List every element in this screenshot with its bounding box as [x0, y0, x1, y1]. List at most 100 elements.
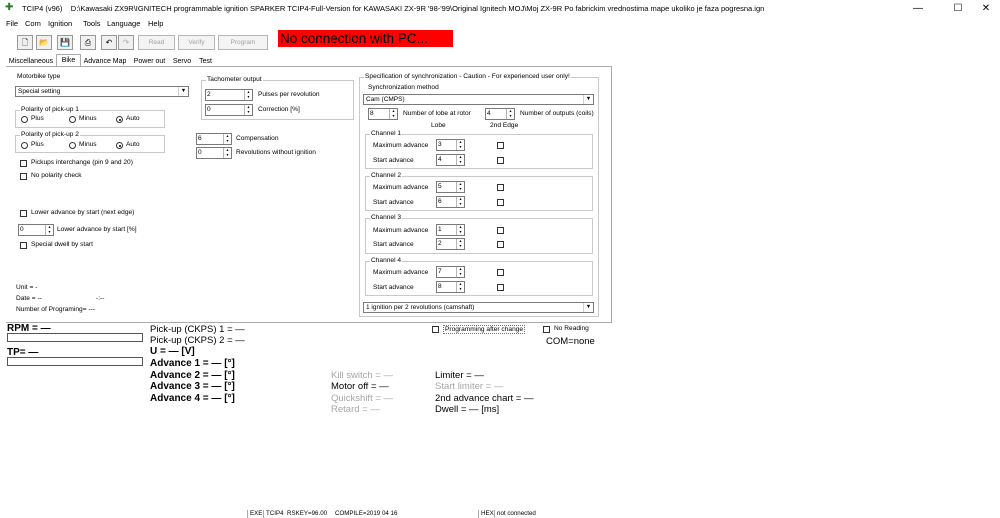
polarity2-minus-radio[interactable]	[69, 142, 76, 149]
pulses-stepper[interactable]: 2 ▲ ▼	[205, 89, 253, 101]
channel-3-group: Channel 3	[365, 214, 593, 254]
lobe-column-header: Lobe	[431, 122, 446, 129]
revolutions-stepper[interactable]: 0 ▲ ▼	[196, 147, 232, 159]
verify-button[interactable]: Verify	[178, 35, 215, 50]
tab-panel-right-edge	[611, 66, 612, 323]
quickshift-readout: Quickshift = —	[331, 393, 394, 404]
channel-2-start-value: 6	[438, 198, 442, 205]
ignition-mode-select[interactable]: 1 ignition per 2 revolutions (camshaft) …	[363, 302, 594, 313]
dwell-readout: Dwell = — [ms]	[435, 404, 500, 415]
print-icon[interactable]: ⎙	[80, 35, 96, 50]
app-icon: ✚	[5, 2, 14, 13]
channel-2-start-2nd-edge-checkbox[interactable]	[497, 199, 504, 206]
polarity1-minus-radio[interactable]	[69, 116, 76, 123]
advance2-readout: Advance 2 = — [°]	[150, 370, 235, 381]
polarity2-plus-radio[interactable]	[21, 142, 28, 149]
spin-arrows-icon: ▲ ▼	[506, 109, 514, 119]
connection-banner: No connection with PC...	[278, 30, 453, 47]
channel-4-start-stepper[interactable]: 8 ▲ ▼	[436, 281, 465, 293]
channel-2-max-2nd-edge-checkbox[interactable]	[497, 184, 504, 191]
programming-after-change-label: Programming after change	[443, 325, 526, 334]
polarity-pickup1-title: Polarity of pick-up 1	[20, 106, 80, 113]
pulses-label: Pulses per revolution	[258, 91, 320, 98]
channel-3-start-stepper[interactable]: 2 ▲ ▼	[436, 238, 465, 250]
channel-1-max-stepper[interactable]: 3 ▲ ▼	[436, 139, 465, 151]
channel-2-max-stepper[interactable]: 5 ▲ ▼	[436, 181, 465, 193]
special-dwell-label: Special dwell by start	[31, 241, 93, 248]
lobes-value: 8	[370, 110, 374, 117]
second-advance-chart-readout: 2nd advance chart = —	[435, 393, 534, 404]
channel-3-start-2nd-edge-checkbox[interactable]	[497, 241, 504, 248]
channel-3-start-label: Start advance	[373, 241, 414, 248]
channel-4-max-2nd-edge-checkbox[interactable]	[497, 269, 504, 276]
pickup1-readout: Pick-up (CKPS) 1 = —	[150, 324, 245, 335]
motorbike-type-select[interactable]: Special setting ▼	[15, 86, 189, 97]
compensation-label: Compensation	[236, 135, 279, 142]
open-folder-icon[interactable]: 📂	[36, 35, 52, 50]
spin-arrows-icon: ▲ ▼	[45, 225, 53, 235]
ignition-mode-value: 1 ignition per 2 revolutions (camshaft)	[366, 304, 475, 311]
chevron-down-icon: ▼	[178, 87, 188, 96]
sync-method-select[interactable]: Cam (CMPS) ▼	[363, 94, 594, 105]
polarity2-auto-radio[interactable]	[116, 142, 123, 149]
polarity1-auto-label: Auto	[126, 115, 140, 122]
channel-4-start-2nd-edge-checkbox[interactable]	[497, 284, 504, 291]
channel-1-title: Channel 1	[370, 130, 403, 137]
channel-4-max-stepper[interactable]: 7 ▲ ▼	[436, 266, 465, 278]
spin-arrows-icon: ▲ ▼	[456, 225, 464, 235]
menu-tools[interactable]: Tools	[83, 19, 101, 28]
compensation-stepper[interactable]: 6 ▲ ▼	[196, 133, 232, 145]
no-polarity-check-checkbox[interactable]	[20, 173, 27, 180]
tp-bar	[7, 357, 143, 366]
polarity-pickup2-title: Polarity of pick-up 2	[20, 131, 80, 138]
no-reading-checkbox[interactable]	[543, 326, 550, 333]
channel-1-start-2nd-edge-checkbox[interactable]	[497, 157, 504, 164]
programming-after-change-checkbox[interactable]	[432, 326, 439, 333]
outputs-value: 4	[487, 110, 491, 117]
channel-2-start-stepper[interactable]: 6 ▲ ▼	[436, 196, 465, 208]
menu-ignition[interactable]: Ignition	[48, 19, 72, 28]
advance4-readout: Advance 4 = — [°]	[150, 393, 235, 404]
outputs-stepper[interactable]: 4 ▲ ▼	[485, 108, 515, 120]
lower-advance-edge-checkbox[interactable]	[20, 210, 27, 217]
start-limiter-readout: Start limiter = —	[435, 381, 504, 392]
pickups-interchange-checkbox[interactable]	[20, 160, 27, 167]
read-button[interactable]: Read	[138, 35, 175, 50]
lobes-stepper[interactable]: 8 ▲ ▼	[368, 108, 398, 120]
polarity1-plus-radio[interactable]	[21, 116, 28, 123]
close-button[interactable]: ✕	[971, 0, 1000, 17]
window-title: TCIP4 (v96) D:\Kawasaki ZX9R\IGNITECH pr…	[22, 4, 765, 13]
menu-language[interactable]: Language	[107, 19, 140, 28]
channel-1-start-stepper[interactable]: 4 ▲ ▼	[436, 154, 465, 166]
status-bar: EXE TCIP4 RSKEY=96.00 COMPILE=2019 04 16…	[0, 510, 1000, 518]
spin-arrows-icon: ▲ ▼	[223, 134, 231, 144]
channel-2-title: Channel 2	[370, 172, 403, 179]
sync-method-label: Synchronization method	[368, 84, 439, 91]
channel-1-max-2nd-edge-checkbox[interactable]	[497, 142, 504, 149]
save-icon[interactable]: 💾	[57, 35, 73, 50]
rpm-bar	[7, 333, 143, 342]
channel-3-max-2nd-edge-checkbox[interactable]	[497, 227, 504, 234]
polarity1-auto-radio[interactable]	[116, 116, 123, 123]
menu-file[interactable]: File	[6, 19, 18, 28]
menu-help[interactable]: Help	[148, 19, 163, 28]
correction-stepper[interactable]: 0 ▲ ▼	[205, 104, 253, 116]
channel-3-start-value: 2	[438, 240, 442, 247]
polarity1-minus-label: Minus	[79, 115, 97, 122]
program-button[interactable]: Program	[218, 35, 268, 50]
new-file-icon[interactable]: 🗋	[17, 35, 33, 50]
tab-panel-bottom	[6, 322, 611, 323]
channel-3-max-stepper[interactable]: 1 ▲ ▼	[436, 224, 465, 236]
lower-advance-stepper[interactable]: 0 ▲ ▼	[18, 224, 54, 236]
spin-arrows-icon: ▲ ▼	[456, 282, 464, 292]
undo-icon[interactable]: ↶	[101, 35, 117, 50]
channel-1-start-value: 4	[438, 156, 442, 163]
maximize-button[interactable]: ☐	[943, 0, 973, 17]
special-dwell-checkbox[interactable]	[20, 242, 27, 249]
unit-info: Unit = -	[16, 284, 38, 291]
title-bar: ✚ TCIP4 (v96) D:\Kawasaki ZX9R\IGNITECH …	[0, 0, 1000, 17]
sync-method-value: Cam (CMPS)	[366, 96, 405, 103]
redo-icon[interactable]: ↷	[118, 35, 134, 50]
minimize-button[interactable]: —	[903, 0, 933, 17]
menu-com[interactable]: Com	[25, 19, 41, 28]
